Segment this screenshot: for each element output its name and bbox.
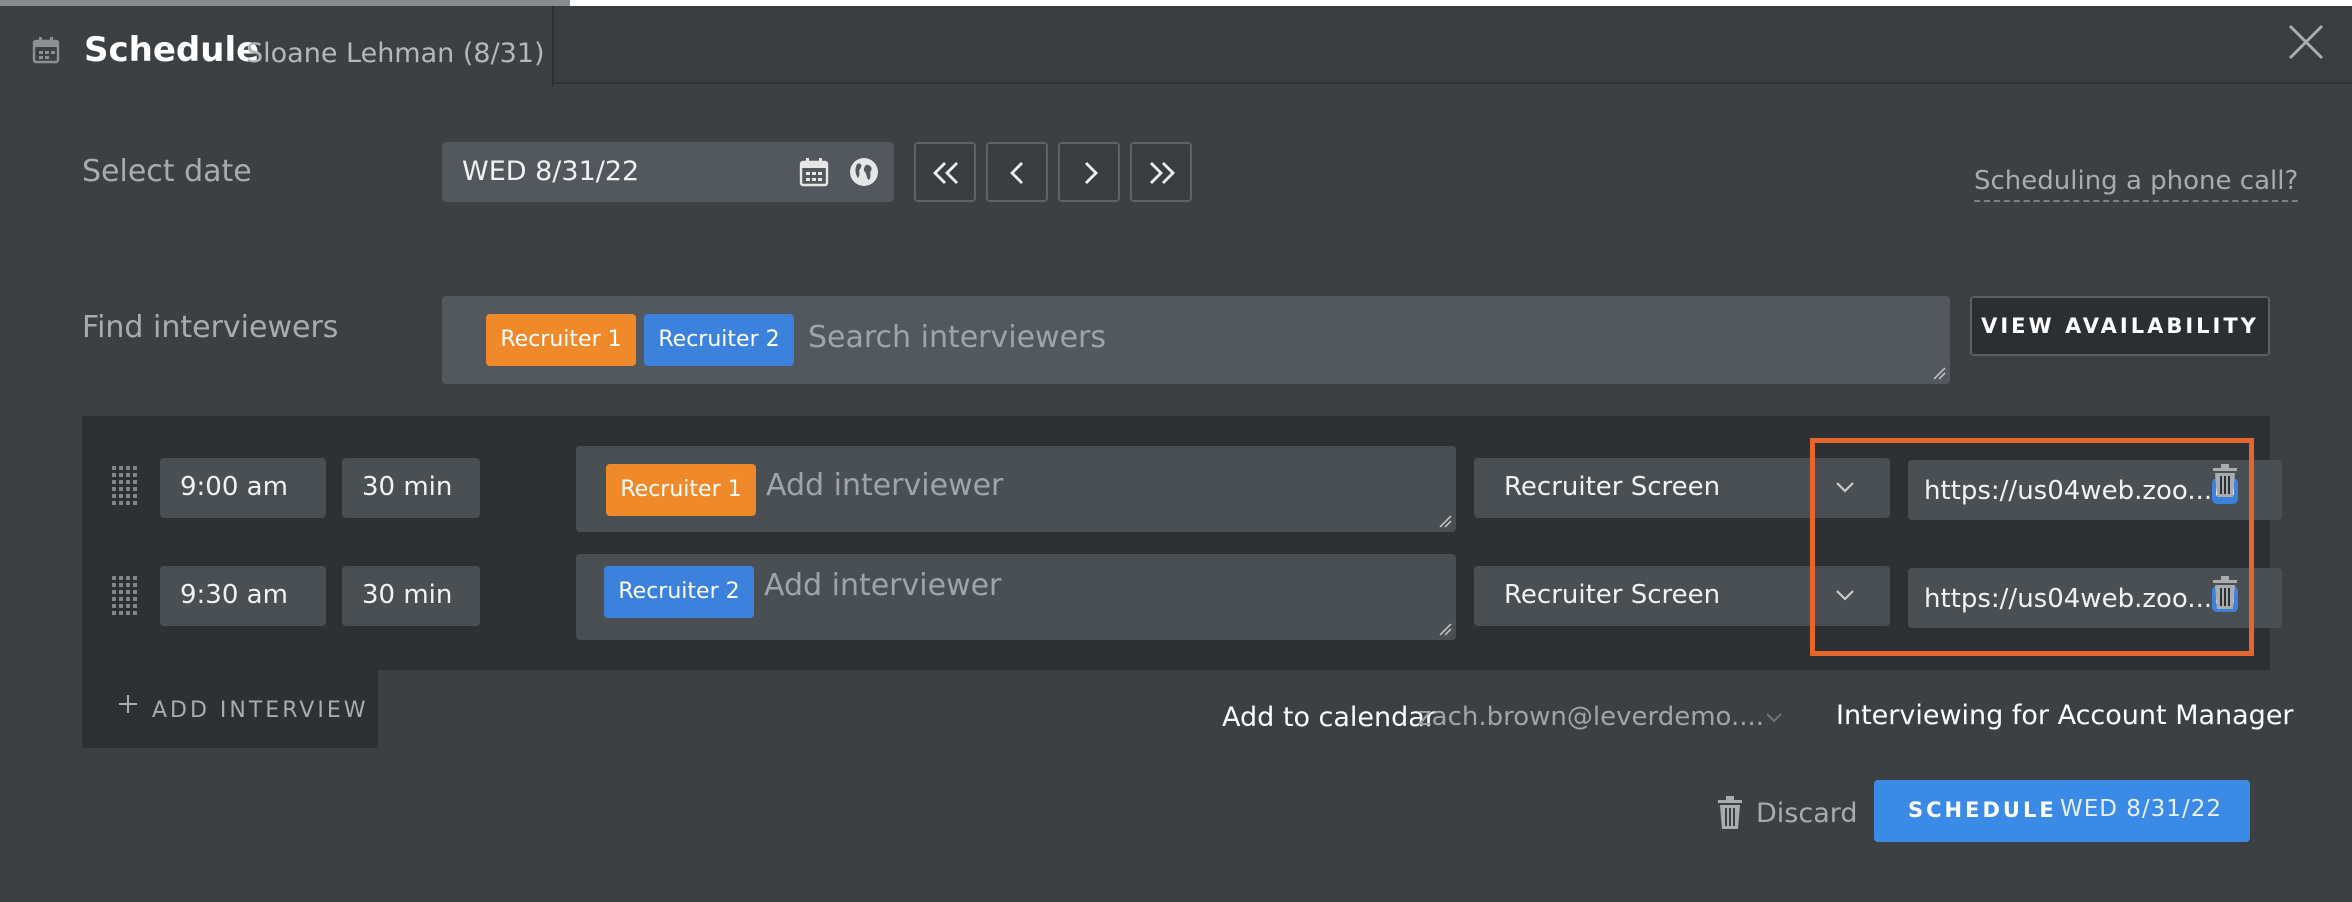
- calendar-picker-icon[interactable]: [798, 156, 830, 188]
- duration-field[interactable]: 30 min: [342, 566, 480, 626]
- double-chevron-right-icon: [1150, 162, 1175, 184]
- add-interviewer-field[interactable]: Recruiter 1 Add interviewer: [576, 446, 1456, 532]
- time-value: 9:30 am: [180, 580, 288, 610]
- double-chevron-left-icon: [933, 162, 958, 184]
- modal-title: Schedule: [84, 30, 260, 70]
- date-input[interactable]: WED 8/31/22: [442, 142, 894, 202]
- resize-handle-icon[interactable]: [1438, 622, 1452, 636]
- phone-call-link[interactable]: Scheduling a phone call?: [1974, 166, 2299, 202]
- discard-label: Discard: [1756, 798, 1858, 829]
- chevron-down-icon: [1836, 590, 1854, 601]
- duration-field[interactable]: 30 min: [342, 458, 480, 518]
- duration-value: 30 min: [362, 472, 453, 502]
- calendar-icon: [32, 37, 60, 64]
- next-day-button[interactable]: [1058, 142, 1120, 202]
- close-icon[interactable]: [2284, 20, 2328, 64]
- plus-icon: [119, 695, 137, 713]
- find-interviewers-label: Find interviewers: [82, 310, 339, 345]
- header-tab: Schedule Sloane Lehman (8/31): [0, 6, 554, 86]
- time-field[interactable]: 9:30 am: [160, 566, 326, 626]
- time-value: 9:00 am: [180, 472, 288, 502]
- date-value: WED 8/31/22: [462, 156, 640, 187]
- drag-handle-icon[interactable]: [110, 574, 140, 618]
- drag-handle-icon[interactable]: [110, 464, 140, 508]
- search-interviewers-placeholder: Search interviewers: [808, 320, 1107, 355]
- add-interview-label: ADD INTERVIEW: [152, 698, 369, 723]
- add-to-calendar-label: Add to calendar: [1222, 702, 1436, 733]
- stage-value: Recruiter Screen: [1504, 472, 1721, 502]
- previous-day-button[interactable]: [986, 142, 1048, 202]
- resize-handle-icon[interactable]: [1438, 514, 1452, 528]
- schedule-button[interactable]: SCHEDULE WED 8/31/22: [1874, 780, 2250, 842]
- duration-value: 30 min: [362, 580, 453, 610]
- interviewer-tag[interactable]: Recruiter 1: [486, 314, 636, 366]
- interviewing-for-label: Interviewing for Account Manager: [1836, 700, 2294, 731]
- interviewer-tag[interactable]: Recruiter 2: [644, 314, 794, 366]
- previous-week-button[interactable]: [914, 142, 976, 202]
- chevron-left-icon: [1010, 162, 1023, 184]
- schedule-date: WED 8/31/22: [2060, 796, 2222, 822]
- chevron-down-icon: [1836, 482, 1854, 493]
- candidate-name: Sloane Lehman (8/31): [246, 38, 545, 69]
- trash-icon[interactable]: [2212, 464, 2238, 498]
- trash-icon: [1718, 796, 1742, 829]
- add-interviewer-field[interactable]: Recruiter 2 Add interviewer: [576, 554, 1456, 640]
- chevron-right-icon: [1085, 162, 1098, 184]
- resize-handle-icon[interactable]: [1932, 366, 1946, 380]
- interview-stage-select[interactable]: Recruiter Screen: [1474, 458, 1890, 518]
- interviewer-tag[interactable]: Recruiter 2: [604, 566, 754, 618]
- interview-stage-select[interactable]: Recruiter Screen: [1474, 566, 1890, 626]
- view-availability-button[interactable]: VIEW AVAILABILITY: [1970, 296, 2270, 356]
- trash-icon[interactable]: [2212, 576, 2238, 610]
- video-link-value: https://us04web.zoo...: [1924, 476, 2213, 506]
- add-interviewer-placeholder: Add interviewer: [764, 568, 1002, 603]
- schedule-label: SCHEDULE: [1908, 798, 2057, 822]
- interviewer-search-field[interactable]: Recruiter 1 Recruiter 2 Search interview…: [442, 296, 1950, 384]
- interviews-panel: 9:00 am 30 min Recruiter 1 Add interview…: [82, 416, 2282, 670]
- time-field[interactable]: 9:00 am: [160, 458, 326, 518]
- video-link-value: https://us04web.zoo...: [1924, 584, 2213, 614]
- globe-icon[interactable]: [848, 156, 880, 188]
- interviewer-tag[interactable]: Recruiter 1: [606, 464, 756, 516]
- chevron-down-icon[interactable]: [1764, 710, 1784, 726]
- select-date-label: Select date: [82, 154, 252, 189]
- add-interviewer-placeholder: Add interviewer: [766, 468, 1004, 503]
- next-week-button[interactable]: [1130, 142, 1192, 202]
- calendar-email-select[interactable]: zach.brown@leverdemo....: [1418, 702, 1764, 732]
- stage-value: Recruiter Screen: [1504, 580, 1721, 610]
- add-interview-button[interactable]: ADD INTERVIEW: [82, 670, 378, 748]
